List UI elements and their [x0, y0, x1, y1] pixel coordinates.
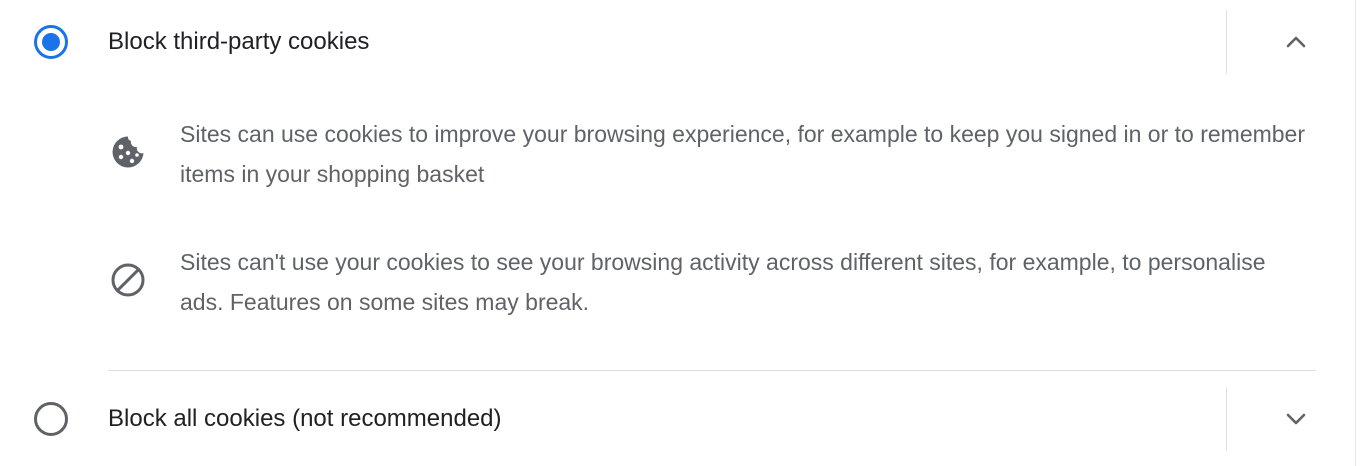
vertical-divider: [1226, 10, 1227, 74]
detail-text: Sites can use cookies to improve your br…: [180, 121, 1306, 187]
option-block-all-cookies[interactable]: Block all cookies (not recommended): [0, 387, 1330, 451]
option-block-third-party-cookies[interactable]: Block third-party cookies: [0, 10, 1330, 74]
block-icon: [108, 260, 148, 300]
radio-button-unselected[interactable]: [34, 402, 68, 436]
horizontal-divider: [108, 370, 1316, 371]
option-label: Block all cookies (not recommended): [108, 405, 502, 432]
radio-button-selected[interactable]: [34, 25, 68, 59]
option-label: Block third-party cookies: [108, 28, 370, 55]
expand-button[interactable]: [1274, 397, 1318, 441]
cookie-settings-panel: Block third-party cookies Sites can use …: [0, 0, 1370, 466]
detail-text: Sites can't use your cookies to see your…: [180, 249, 1266, 315]
cookie-icon: [108, 132, 148, 172]
panel-right-border: [1355, 0, 1356, 466]
collapse-button[interactable]: [1274, 20, 1318, 64]
chevron-down-icon: [1286, 413, 1306, 425]
vertical-divider: [1226, 387, 1227, 451]
chevron-up-icon: [1286, 36, 1306, 48]
